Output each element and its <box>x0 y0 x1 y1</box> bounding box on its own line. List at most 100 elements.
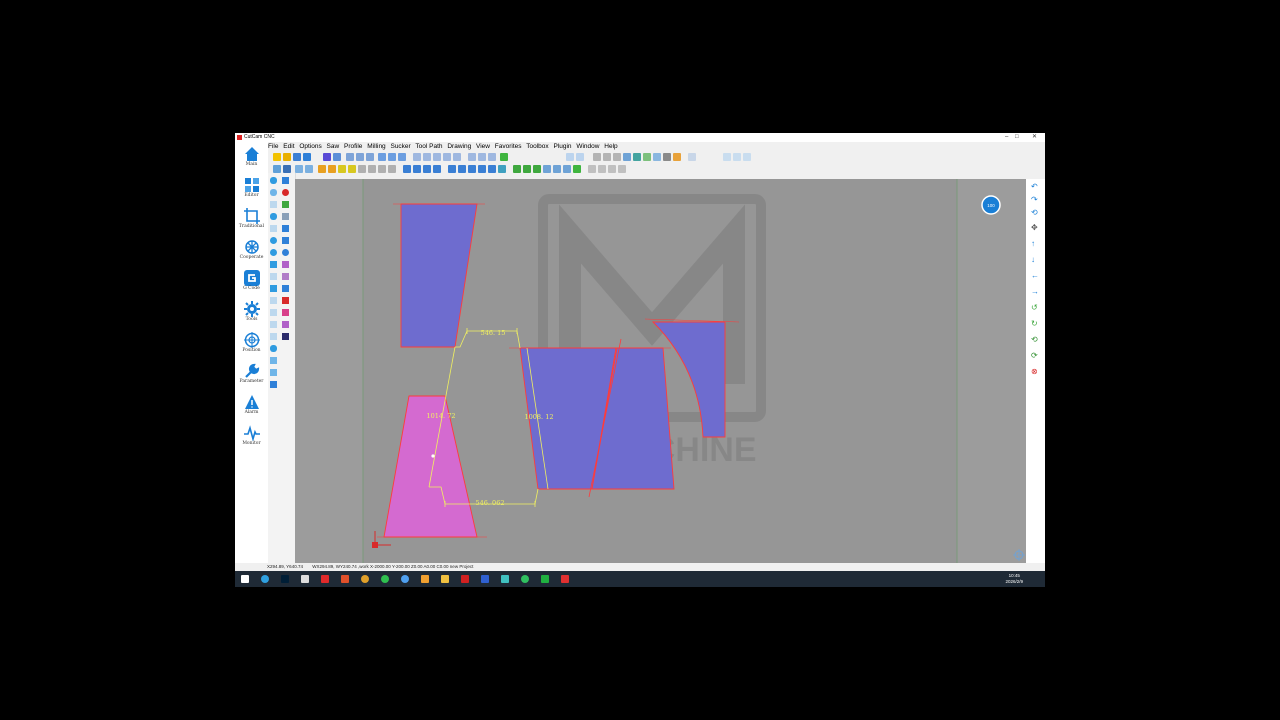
line-icon[interactable] <box>588 165 596 173</box>
align-center-icon[interactable] <box>356 153 364 161</box>
menu-window[interactable]: Window <box>576 143 599 150</box>
menu-view[interactable]: View <box>476 143 490 150</box>
cutcam-taskbar-icon[interactable] <box>561 575 569 583</box>
system-clock[interactable]: 10:45 2026/2/9 <box>1005 573 1023 585</box>
layout-icon[interactable] <box>413 153 421 161</box>
app-red-icon[interactable] <box>321 575 329 583</box>
open-file-icon[interactable] <box>283 153 291 161</box>
layout-5-icon[interactable] <box>453 153 461 161</box>
break-icon[interactable] <box>488 165 496 173</box>
measure-icon[interactable] <box>295 165 303 173</box>
circle-tool-icon[interactable] <box>270 237 277 244</box>
menu-toolbox[interactable]: Toolbox <box>526 143 548 150</box>
extend-icon[interactable] <box>468 165 476 173</box>
redo-icon[interactable]: ↷ <box>1031 196 1038 204</box>
menu-plugin[interactable]: Plugin <box>553 143 571 150</box>
arrow-left-icon[interactable]: ← <box>1031 272 1039 280</box>
undo-icon[interactable]: ↶ <box>1031 183 1038 191</box>
edge-browser-icon[interactable] <box>261 575 269 583</box>
curve-icon[interactable] <box>273 165 281 173</box>
canvas-drawing[interactable]: ZL MACHINE <box>295 179 1026 563</box>
grid-icon[interactable] <box>333 153 341 161</box>
capsule-tool-icon[interactable] <box>270 213 277 220</box>
corner-icon[interactable] <box>608 165 616 173</box>
ruler-icon[interactable] <box>305 165 313 173</box>
whatsapp-icon[interactable] <box>381 575 389 583</box>
mountain-icon[interactable] <box>523 165 531 173</box>
chamfer-icon[interactable] <box>618 165 626 173</box>
arc-tool-icon[interactable] <box>270 249 277 256</box>
zoom-badge[interactable]: 100 <box>981 195 1001 215</box>
list-icon[interactable] <box>282 321 289 328</box>
menu-edit[interactable]: Edit <box>283 143 294 150</box>
tree-icon[interactable] <box>513 165 521 173</box>
target-icon[interactable] <box>1013 549 1025 561</box>
file-explorer-icon[interactable] <box>441 575 449 583</box>
slot-tool-icon[interactable] <box>270 345 277 352</box>
photoshop-icon[interactable] <box>281 575 289 583</box>
node-tool-icon[interactable] <box>282 177 289 184</box>
copy-icon[interactable] <box>553 165 561 173</box>
layout-2-icon[interactable] <box>423 153 431 161</box>
move-icon[interactable] <box>413 165 421 173</box>
document-tool-icon[interactable] <box>270 381 277 388</box>
align-right-icon[interactable] <box>366 153 374 161</box>
sheet-icon[interactable] <box>543 165 551 173</box>
app-teal-icon[interactable] <box>501 575 509 583</box>
menu-milling[interactable]: Milling <box>367 143 385 150</box>
pause-icon[interactable] <box>282 249 289 256</box>
menu-profile[interactable]: Profile <box>344 143 362 150</box>
undo-history-icon[interactable] <box>566 153 574 161</box>
nav-gcode[interactable]: G Code <box>235 270 268 292</box>
done-icon[interactable] <box>573 165 581 173</box>
chat-app-icon[interactable] <box>521 575 529 583</box>
menu-tool-path[interactable]: Tool Path <box>415 143 442 150</box>
gear-small-icon[interactable] <box>282 285 289 292</box>
nav-parameter[interactable]: Parameter <box>235 363 268 385</box>
window-icon[interactable] <box>613 153 621 161</box>
menu-file[interactable]: File <box>268 143 278 150</box>
paste-icon[interactable] <box>563 165 571 173</box>
nav-editor[interactable]: Editor <box>235 177 268 199</box>
nav-main[interactable]: Main <box>235 146 268 168</box>
select-icon[interactable] <box>323 153 331 161</box>
browser-icon[interactable] <box>401 575 409 583</box>
delete-cross-icon[interactable] <box>282 297 289 304</box>
arc-icon[interactable] <box>368 165 376 173</box>
angle-icon[interactable] <box>598 165 606 173</box>
rotate-cw-icon[interactable]: ⟳ <box>1031 352 1038 360</box>
app-blue-icon[interactable] <box>481 575 489 583</box>
spline-tool-icon[interactable] <box>270 357 277 364</box>
chevrons-down-icon[interactable] <box>282 333 289 340</box>
distribute-icon[interactable] <box>378 153 386 161</box>
polyline-tool-icon[interactable] <box>270 201 277 208</box>
menu-options[interactable]: Options <box>299 143 321 150</box>
frame-icon[interactable] <box>688 153 696 161</box>
menu-help[interactable]: Help <box>604 143 617 150</box>
arrow-up-icon[interactable]: ↑ <box>1031 240 1035 248</box>
hatch-tool-icon[interactable] <box>270 321 277 328</box>
bars-icon[interactable] <box>498 165 506 173</box>
pen-icon[interactable] <box>283 165 291 173</box>
edit-node-icon[interactable] <box>282 201 289 208</box>
check-3-icon[interactable] <box>743 153 751 161</box>
new-file-icon[interactable] <box>273 153 281 161</box>
line-draw-icon[interactable] <box>633 153 641 161</box>
wechat-icon[interactable] <box>541 575 549 583</box>
curve-tool-icon[interactable] <box>270 189 277 196</box>
minimize-button[interactable]: – <box>1005 133 1008 142</box>
offset-tool-icon[interactable] <box>270 309 277 316</box>
check-2-icon[interactable] <box>733 153 741 161</box>
cut-icon[interactable] <box>403 165 411 173</box>
settings-grid-icon[interactable] <box>673 153 681 161</box>
chrome-icon[interactable] <box>361 575 369 583</box>
flask-icon[interactable] <box>282 261 289 268</box>
lines-icon[interactable] <box>282 273 289 280</box>
maximize-button[interactable]: □ <box>1015 133 1019 142</box>
refresh-icon[interactable]: ⟲ <box>1031 209 1038 217</box>
rotate-ccw-icon[interactable]: ⟲ <box>1031 336 1038 344</box>
pyramid-icon[interactable] <box>533 165 541 173</box>
app-orange-icon[interactable] <box>421 575 429 583</box>
arrow-right-icon[interactable] <box>328 165 336 173</box>
triangle-tool-icon[interactable] <box>270 285 277 292</box>
